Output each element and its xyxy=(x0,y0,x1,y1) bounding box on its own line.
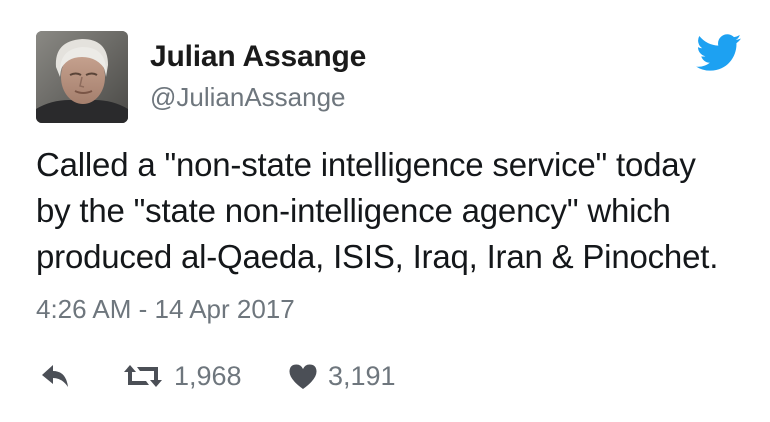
heart-icon xyxy=(289,364,317,389)
tweet-text-line: by the "state non-intelligence agency" w… xyxy=(36,192,671,229)
tweet-timestamp[interactable]: 4:26 AM - 14 Apr 2017 xyxy=(36,294,295,325)
reply-icon xyxy=(42,365,68,387)
reply-button[interactable] xyxy=(40,356,70,396)
twitter-bird-icon xyxy=(696,34,742,72)
tweet-text: Called a "non-state intelligence service… xyxy=(36,142,756,280)
display-name[interactable]: Julian Assange xyxy=(150,40,366,74)
retweet-count: 1,968 xyxy=(174,360,242,391)
tweet-text-line: produced al-Qaeda, ISIS, Iraq, Iran & Pi… xyxy=(36,238,719,275)
tweet-card: Julian Assange @JulianAssange Called a "… xyxy=(0,0,770,422)
avatar-photo xyxy=(36,31,128,123)
avatar[interactable] xyxy=(36,31,128,123)
like-button[interactable]: 3,191 xyxy=(288,356,396,396)
retweet-icon xyxy=(124,365,162,387)
like-count: 3,191 xyxy=(328,360,396,391)
tweet-actions: 1,968 3,191 xyxy=(36,356,436,396)
retweet-button[interactable]: 1,968 xyxy=(122,356,242,396)
tweet-text-line: Called a "non-state intelligence service… xyxy=(36,146,696,183)
user-handle[interactable]: @JulianAssange xyxy=(150,82,346,113)
